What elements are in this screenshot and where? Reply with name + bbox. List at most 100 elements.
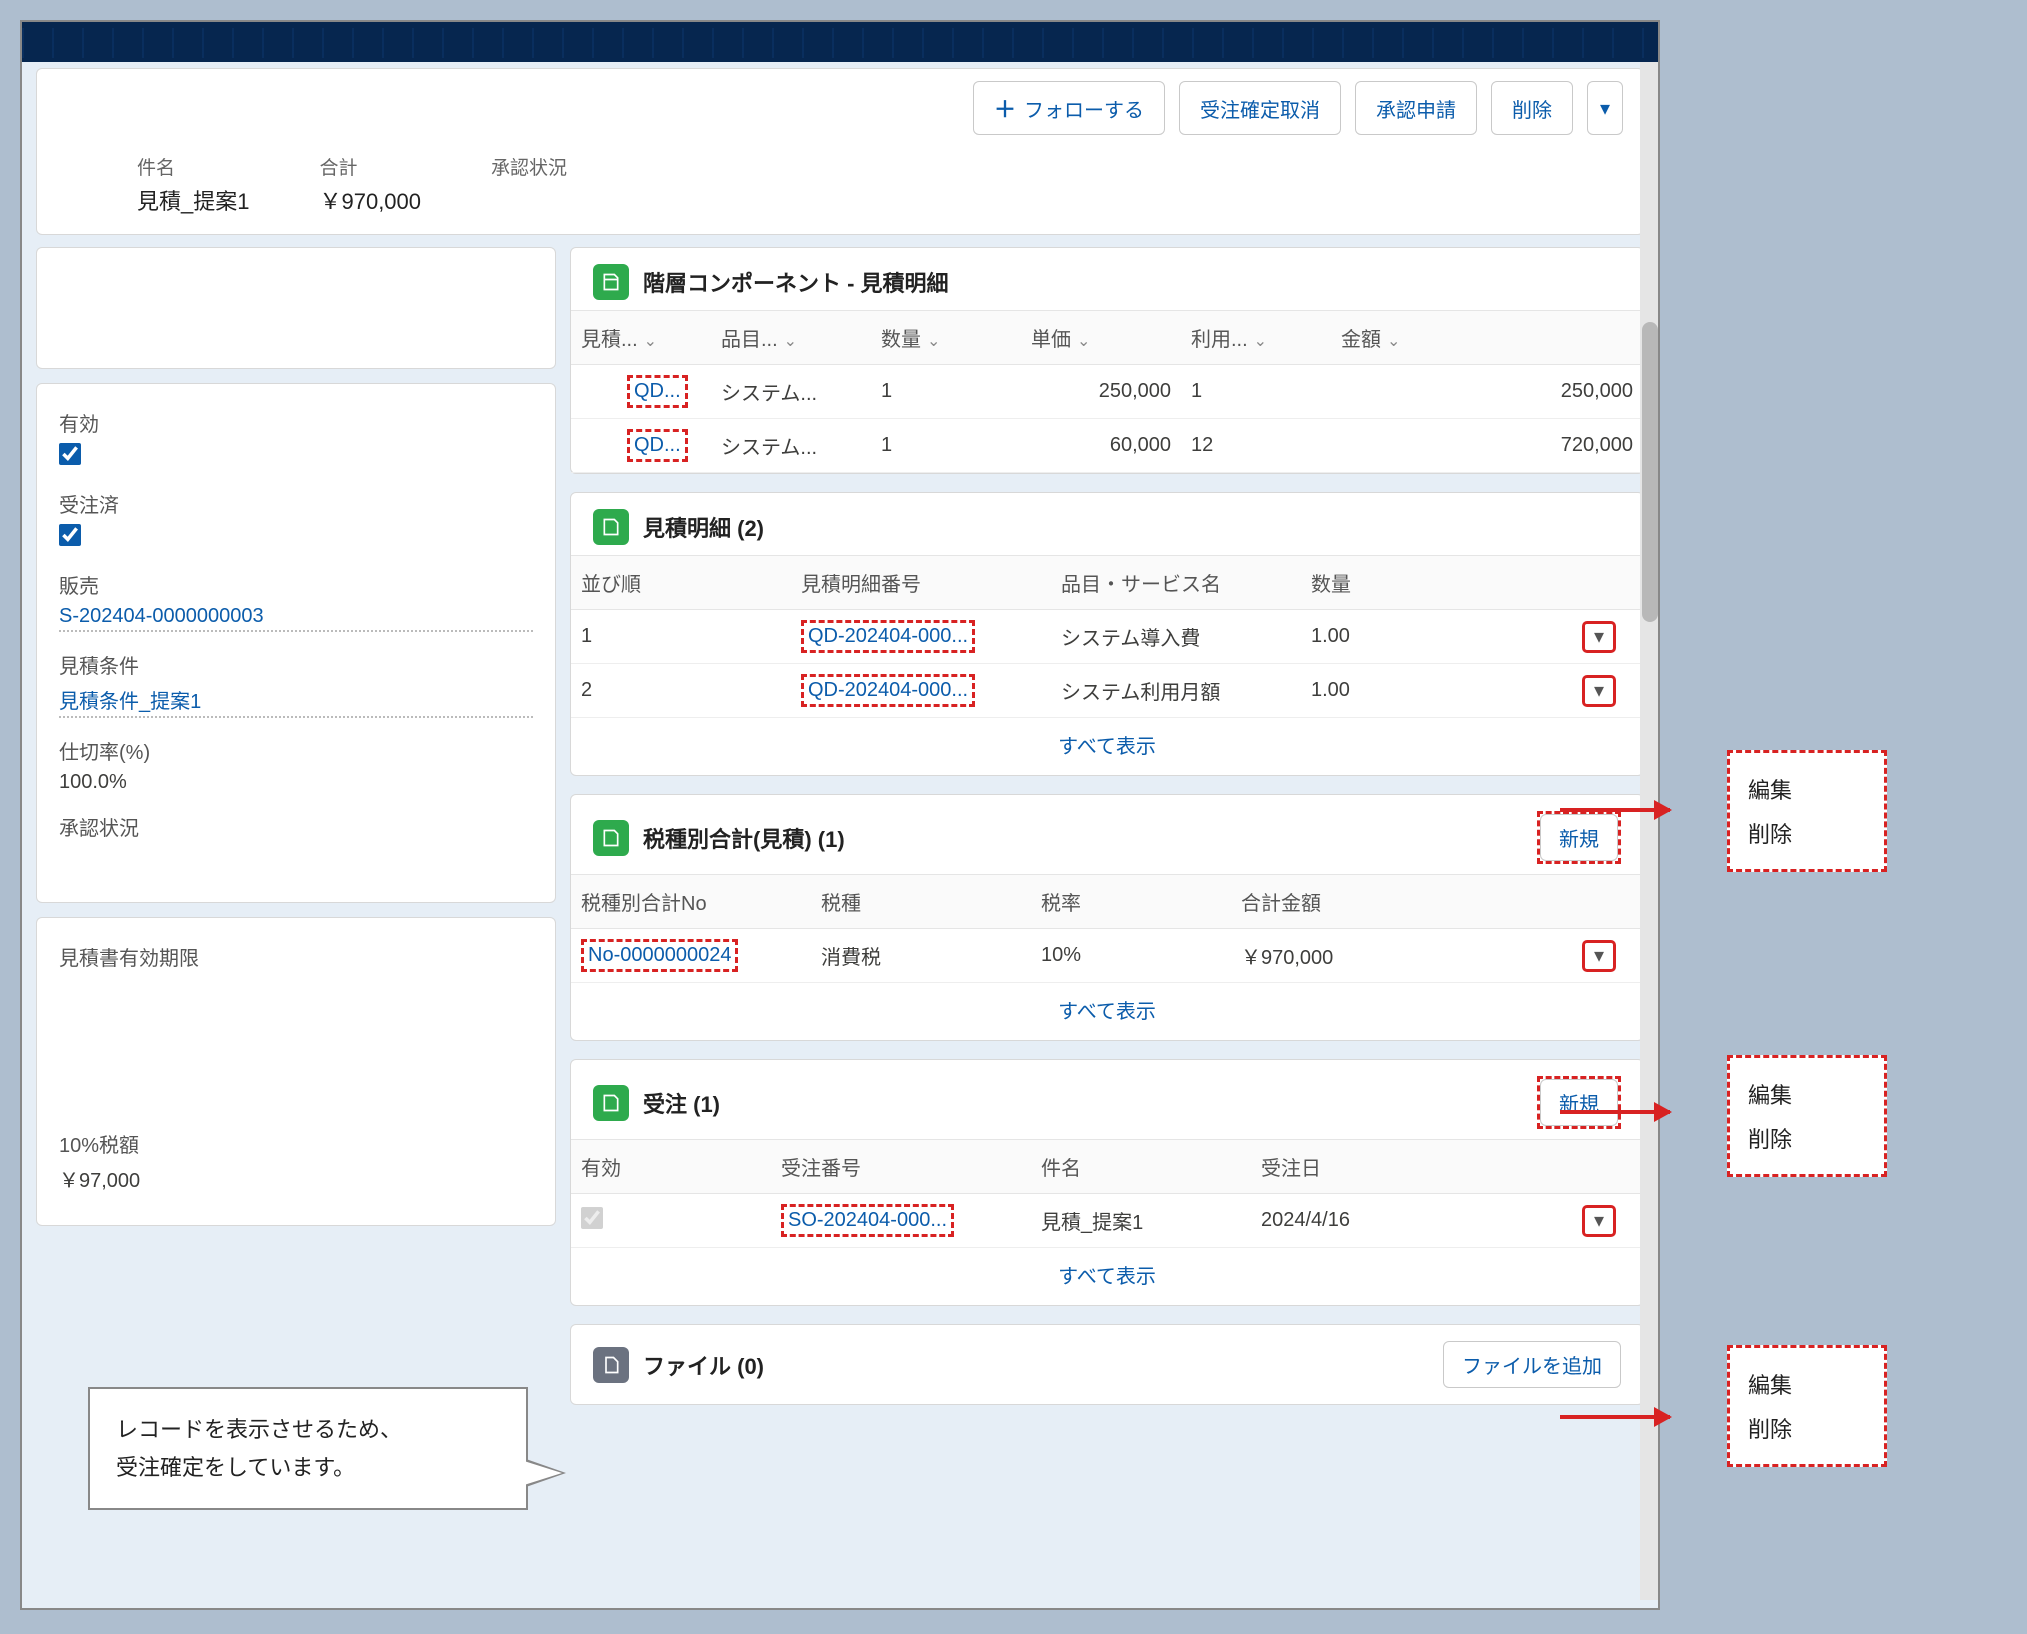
menu-edit[interactable]: 編集 xyxy=(1748,1072,1866,1116)
hier-row-id-link[interactable]: QD... xyxy=(627,429,688,462)
hier-row-qty: 1 xyxy=(871,365,1021,419)
qdetail-row: 1 QD-202404-000... システム導入費 1.00 ▾ xyxy=(571,610,1643,664)
qdetail-item: システム導入費 xyxy=(1051,610,1301,664)
subject-label: 件名 xyxy=(137,153,249,180)
files-add-button[interactable]: ファイルを追加 xyxy=(1443,1341,1621,1388)
taxsum-col-total[interactable]: 合計金額 xyxy=(1231,875,1573,929)
menu-delete[interactable]: 削除 xyxy=(1748,1406,1866,1450)
doc-icon xyxy=(593,509,629,545)
total-field: 合計 ￥970,000 xyxy=(319,153,421,216)
sales-link[interactable]: S-202404-0000000003 xyxy=(59,605,533,632)
chevron-down-icon: ⌄ xyxy=(784,333,797,350)
qdetail-title: 見積明細 (2) xyxy=(643,511,1621,543)
hier-row-unit: 250,000 xyxy=(1021,365,1181,419)
active-checkbox[interactable] xyxy=(59,443,81,465)
qdetail-col-qty[interactable]: 数量 xyxy=(1301,556,1573,610)
qdetail-no-link[interactable]: QD-202404-000... xyxy=(801,620,975,653)
doc-icon xyxy=(593,264,629,300)
row-menu-button[interactable]: ▾ xyxy=(1583,676,1615,706)
valid-until-label: 見積書有効期限 xyxy=(59,942,533,971)
sales-label: 販売 xyxy=(59,570,533,599)
plus-icon: ＋ xyxy=(994,92,1016,124)
qdetail-showall[interactable]: すべて表示 xyxy=(571,718,1643,775)
qdetail-col-order[interactable]: 並び順 xyxy=(571,556,791,610)
cond-link[interactable]: 見積条件_提案1 xyxy=(59,685,533,718)
orders-col-active[interactable]: 有効 xyxy=(571,1140,771,1194)
orders-subject: 見積_提案1 xyxy=(1031,1194,1251,1248)
qdetail-card: 見積明細 (2) 並び順 見積明細番号 品目・サービス名 数量 1 xyxy=(570,492,1644,776)
delete-button[interactable]: 削除 xyxy=(1491,81,1573,135)
arrow-icon xyxy=(1560,808,1670,812)
arrow-icon xyxy=(1560,1110,1670,1114)
orders-new-button[interactable]: 新規 xyxy=(1540,1079,1618,1126)
follow-label: フォローする xyxy=(1024,94,1144,123)
qdetail-table: 並び順 見積明細番号 品目・サービス名 数量 1 QD-202404-000..… xyxy=(571,555,1643,718)
orders-col-subject[interactable]: 件名 xyxy=(1031,1140,1251,1194)
arrow-icon xyxy=(1560,1415,1670,1419)
orders-col-no[interactable]: 受注番号 xyxy=(771,1140,1031,1194)
hier-row-use: 1 xyxy=(1181,365,1331,419)
qdetail-col-item[interactable]: 品目・サービス名 xyxy=(1051,556,1301,610)
menu-delete[interactable]: 削除 xyxy=(1748,811,1866,855)
row-menu-button[interactable]: ▾ xyxy=(1583,941,1615,971)
scrollbar-track[interactable] xyxy=(1640,62,1660,1600)
qdetail-col-no[interactable]: 見積明細番号 xyxy=(791,556,1051,610)
taxsum-showall[interactable]: すべて表示 xyxy=(571,983,1643,1040)
callout-note: レコードを表示させるため、 受注確定をしています。 xyxy=(88,1387,528,1510)
scrollbar-thumb[interactable] xyxy=(1642,322,1658,622)
taxsum-type: 消費税 xyxy=(811,929,1031,983)
anno-menu-3: 編集 削除 xyxy=(1727,1345,1887,1467)
doc-icon xyxy=(593,1085,629,1121)
hier-row-id-link[interactable]: QD... xyxy=(627,375,688,408)
header-pattern xyxy=(22,28,1658,58)
tax10-label: 10%税額 xyxy=(59,1129,533,1158)
taxsum-no-link[interactable]: No-0000000024 xyxy=(581,939,738,972)
taxsum-col-type[interactable]: 税種 xyxy=(811,875,1031,929)
hier-card: 階層コンポーネント - 見積明細 見積...⌄ 品目...⌄ 数量⌄ 単価⌄ 利… xyxy=(570,247,1644,474)
subject-value: 見積_提案1 xyxy=(137,184,249,216)
qdetail-order: 1 xyxy=(571,610,791,664)
qdetail-qty: 1.00 xyxy=(1301,664,1573,718)
orders-showall[interactable]: すべて表示 xyxy=(571,1248,1643,1305)
record-header: ＋ フォローする 受注確定取消 承認申請 削除 ▾ 件名 見積_提案1 合計 ￥… xyxy=(36,68,1644,235)
row-menu-button[interactable]: ▾ xyxy=(1583,622,1615,652)
submit-approval-button[interactable]: 承認申請 xyxy=(1355,81,1477,135)
hier-row-unit: 60,000 xyxy=(1021,419,1181,473)
total-value: ￥970,000 xyxy=(319,184,421,216)
taxsum-new-button[interactable]: 新規 xyxy=(1540,814,1618,861)
more-actions-button[interactable]: ▾ xyxy=(1587,81,1623,135)
qdetail-order: 2 xyxy=(571,664,791,718)
content-area: ＋ フォローする 受注確定取消 承認申請 削除 ▾ 件名 見積_提案1 合計 ￥… xyxy=(30,62,1650,1600)
hier-col-amt[interactable]: 金額⌄ xyxy=(1331,311,1643,365)
hier-col-qty[interactable]: 数量⌄ xyxy=(871,311,1021,365)
follow-button[interactable]: ＋ フォローする xyxy=(973,81,1165,135)
menu-edit[interactable]: 編集 xyxy=(1748,767,1866,811)
hier-row-qty: 1 xyxy=(871,419,1021,473)
orders-table: 有効 受注番号 件名 受注日 SO-202404-000... 見積_提案1 xyxy=(571,1139,1643,1248)
window-frame: ＋ フォローする 受注確定取消 承認申請 削除 ▾ 件名 見積_提案1 合計 ￥… xyxy=(20,20,1660,1610)
approval-status-value xyxy=(59,847,533,870)
orders-no-link[interactable]: SO-202404-000... xyxy=(781,1204,954,1237)
cancel-confirm-button[interactable]: 受注確定取消 xyxy=(1179,81,1341,135)
hier-col-unit[interactable]: 単価⌄ xyxy=(1021,311,1181,365)
tax10-value: ￥97,000 xyxy=(59,1164,533,1193)
hier-col-use[interactable]: 利用...⌄ xyxy=(1181,311,1331,365)
orders-active-checkbox xyxy=(581,1207,603,1229)
cond-label: 見積条件 xyxy=(59,650,533,679)
approval-field: 承認状況 xyxy=(491,153,567,216)
hier-col-id[interactable]: 見積...⌄ xyxy=(571,311,711,365)
chevron-down-icon: ▾ xyxy=(1600,96,1610,121)
file-icon xyxy=(593,1347,629,1383)
ordered-checkbox[interactable] xyxy=(59,524,81,546)
taxsum-col-no[interactable]: 税種別合計No xyxy=(571,875,811,929)
menu-delete[interactable]: 削除 xyxy=(1748,1116,1866,1160)
qdetail-no-link[interactable]: QD-202404-000... xyxy=(801,674,975,707)
taxsum-col-rate[interactable]: 税率 xyxy=(1031,875,1231,929)
menu-edit[interactable]: 編集 xyxy=(1748,1362,1866,1406)
orders-col-date[interactable]: 受注日 xyxy=(1251,1140,1573,1194)
hier-row-use: 12 xyxy=(1181,419,1331,473)
row-menu-button[interactable]: ▾ xyxy=(1583,1206,1615,1236)
callout-line2: 受注確定をしています。 xyxy=(116,1449,500,1486)
chevron-down-icon: ⌄ xyxy=(1077,333,1090,350)
hier-col-name[interactable]: 品目...⌄ xyxy=(711,311,871,365)
